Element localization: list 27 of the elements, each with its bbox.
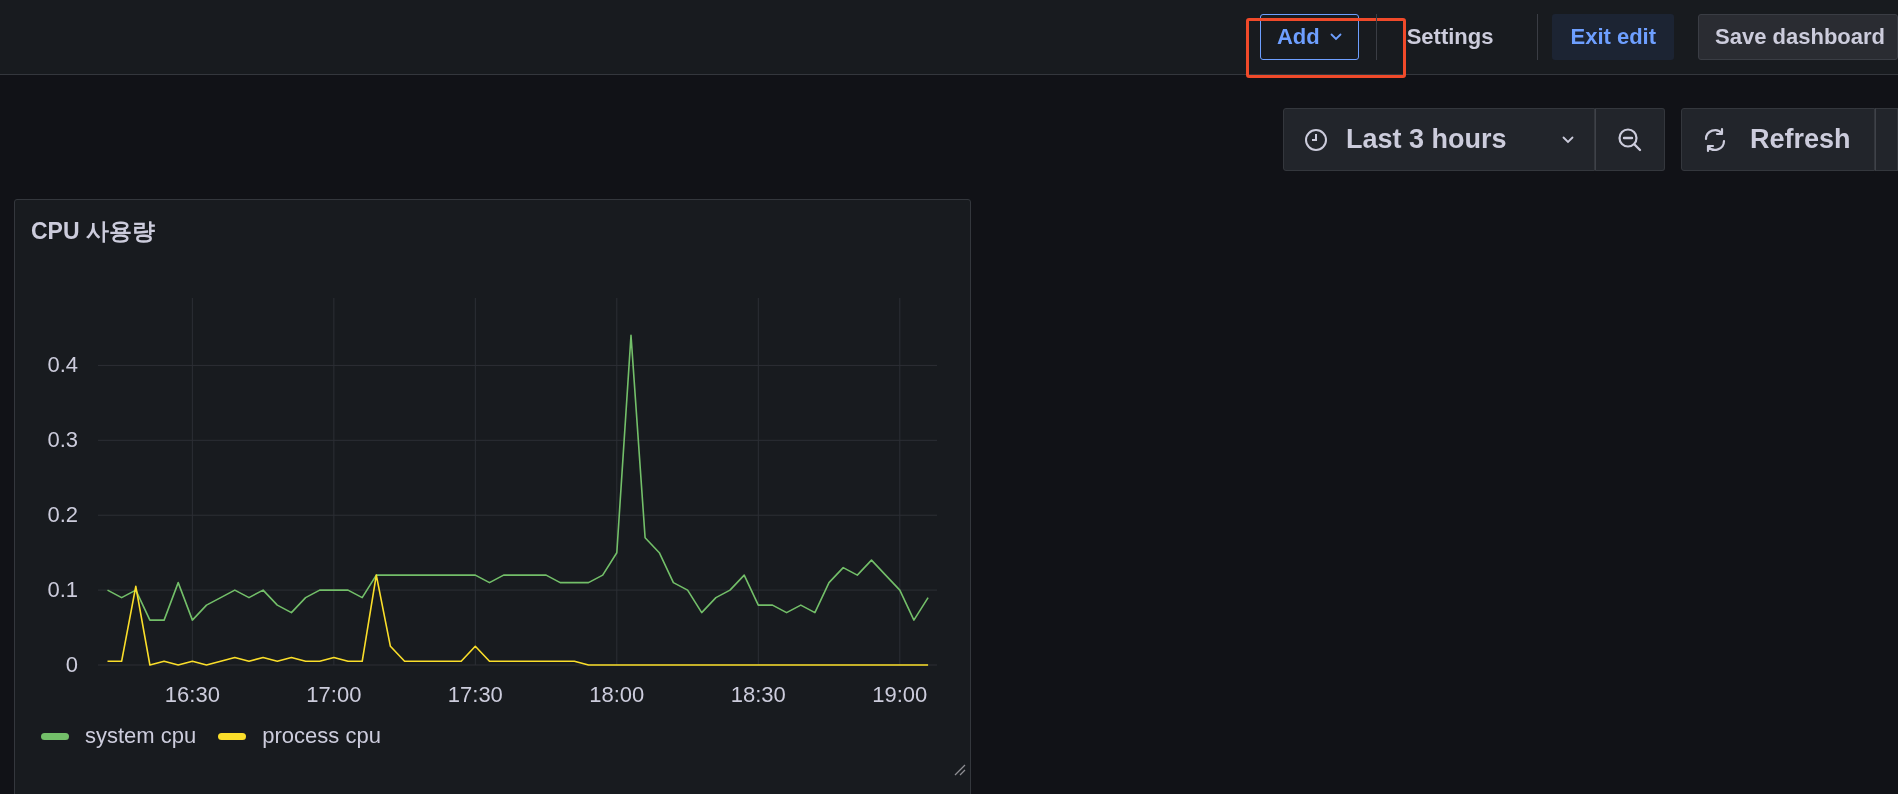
chevron-down-icon — [1329, 33, 1342, 41]
toolbar-button[interactable]: Save dashboard — [1698, 14, 1898, 60]
panel-title: CPU 사용량 — [30, 217, 156, 246]
legend-label[interactable]: process cpu — [262, 723, 381, 749]
x-axis-label: 19:00 — [872, 682, 928, 707]
y-axis-label: 0 — [65, 652, 78, 677]
resize-handle-icon[interactable] — [952, 762, 966, 776]
refresh-button[interactable]: Refresh — [1681, 108, 1875, 171]
y-axis-label: 0.4 — [47, 352, 78, 378]
legend-label[interactable]: system cpu — [85, 723, 197, 749]
x-axis-label: 16:30 — [164, 682, 220, 707]
time-range-picker[interactable]: Last 3 hours — [1283, 108, 1595, 171]
toolbar-button[interactable]: Settings — [1390, 14, 1510, 60]
toolbar-button[interactable]: Exit edit — [1552, 14, 1675, 60]
x-axis-label: 17:00 — [306, 682, 362, 707]
add-dropdown-button[interactable]: Add — [1259, 14, 1359, 60]
y-axis-label: 0.3 — [47, 427, 78, 453]
refresh-icon — [1702, 126, 1728, 153]
y-axis-label: 0.1 — [47, 577, 78, 603]
x-axis-label: 18:00 — [589, 682, 645, 707]
x-axis-label: 18:30 — [730, 682, 786, 707]
zoom-out-icon — [1617, 126, 1643, 153]
clock-icon — [1304, 127, 1328, 152]
y-axis-label: 0.2 — [47, 502, 78, 528]
chevron-down-icon — [1562, 135, 1574, 144]
x-axis-label: 17:30 — [447, 682, 503, 707]
zoom-out-button[interactable] — [1595, 108, 1665, 171]
